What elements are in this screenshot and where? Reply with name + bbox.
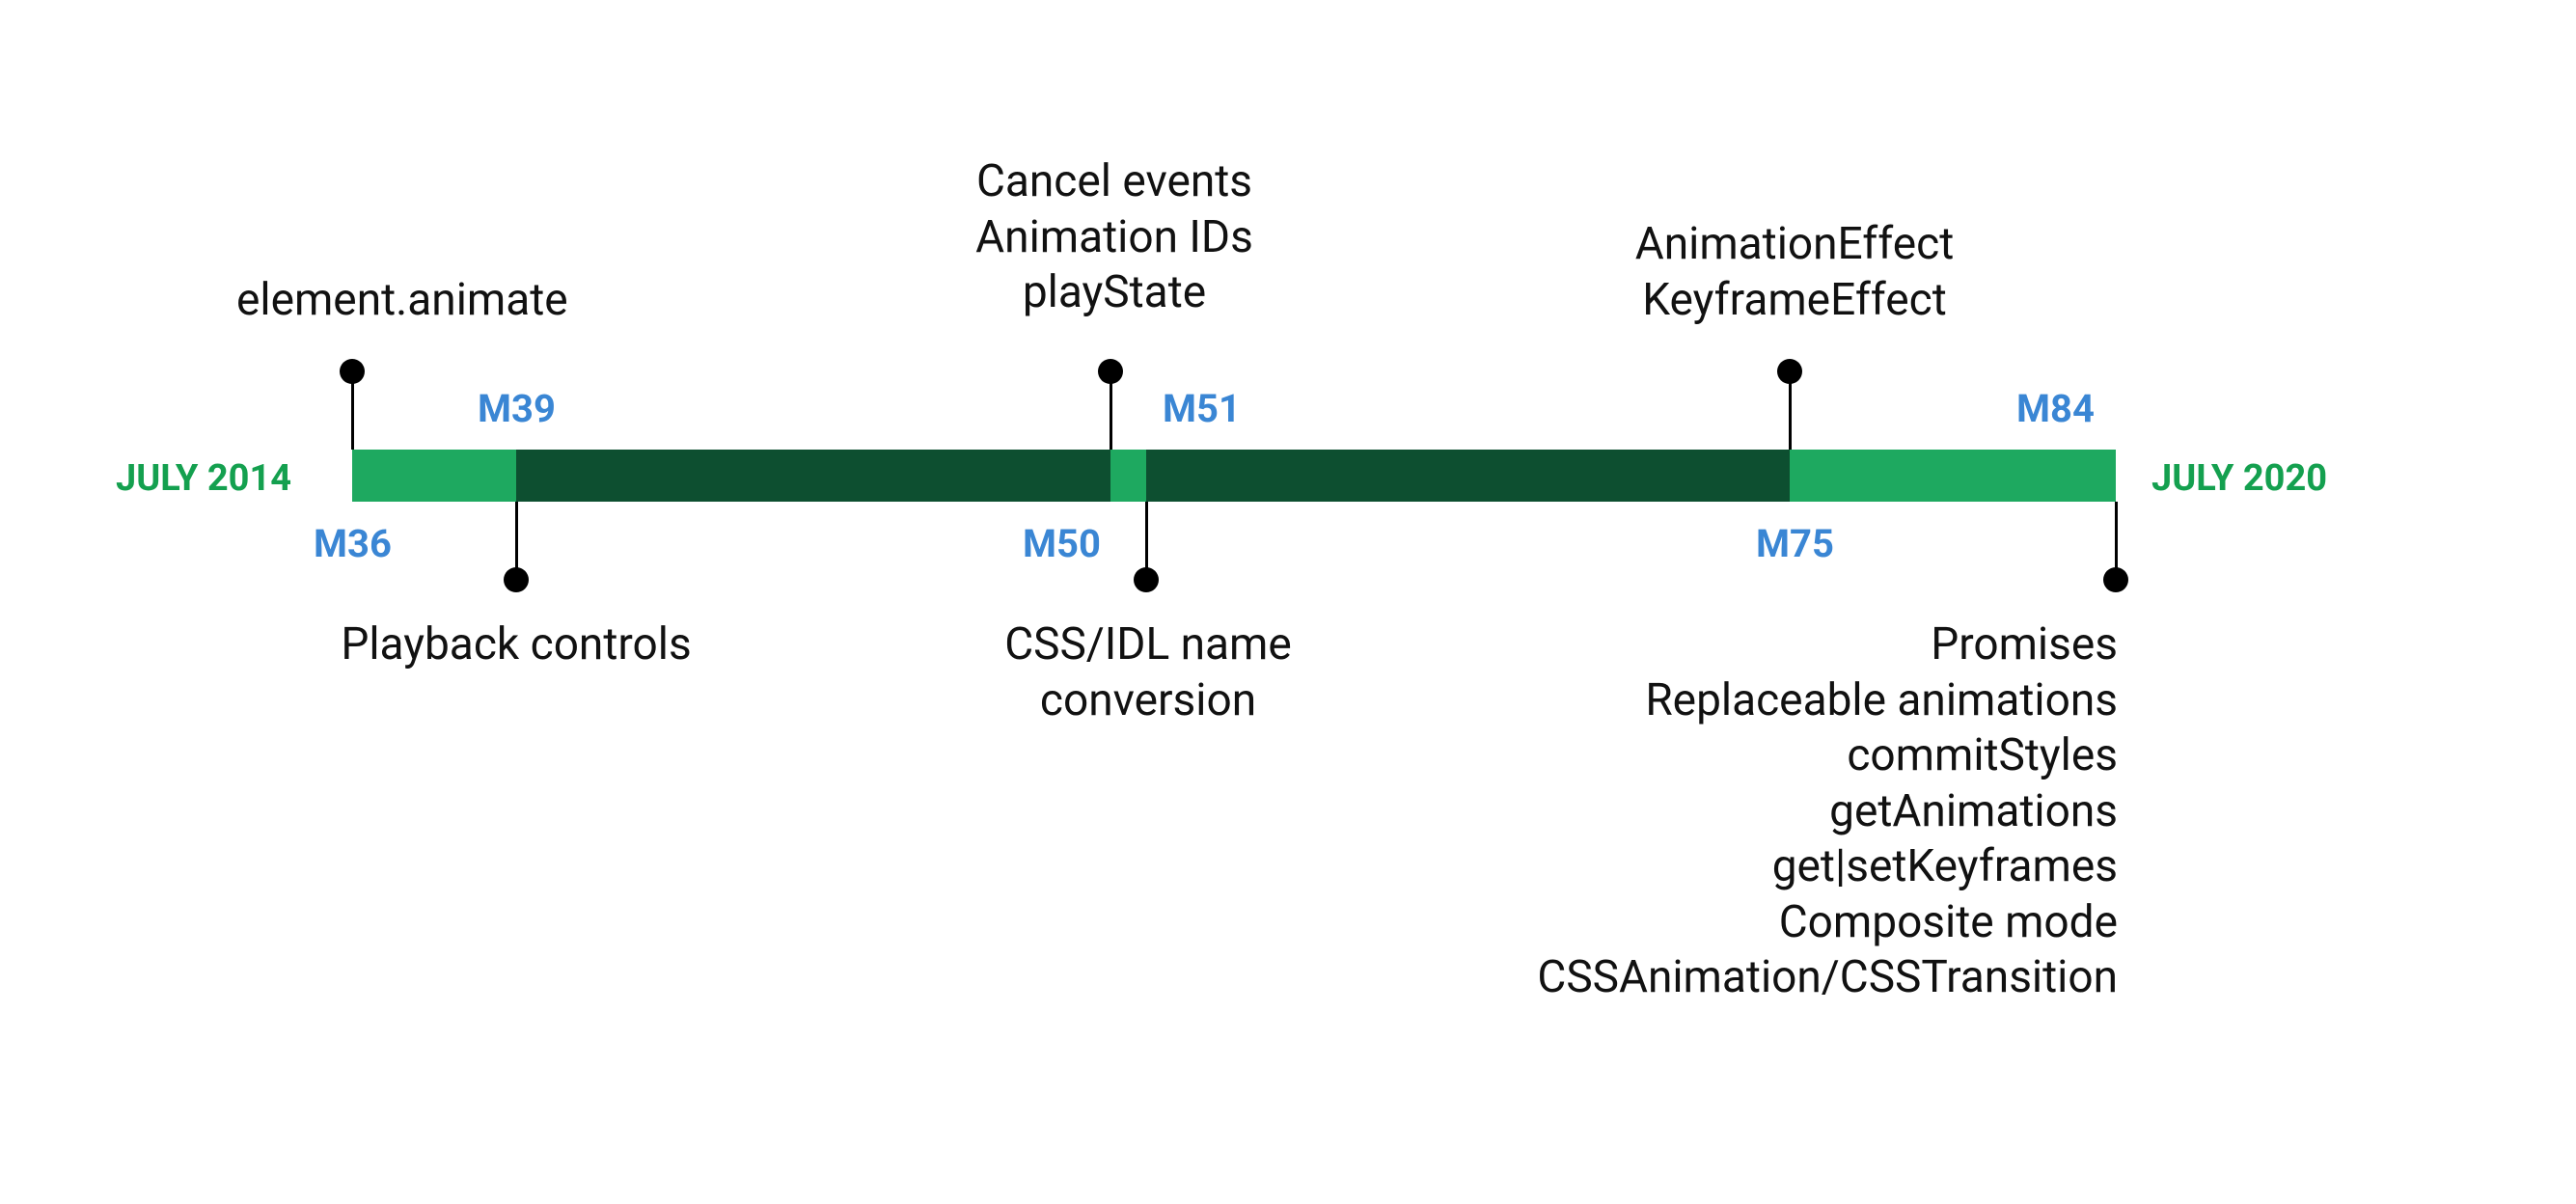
event-text: playState	[907, 265, 1322, 321]
event-m39-label: Playback controls	[260, 617, 772, 673]
event-text: Composite mode	[1510, 895, 2118, 951]
timeline-bar-seg-4	[1146, 450, 1790, 502]
timeline-bar-seg-2	[516, 450, 1110, 502]
event-text: Cancel events	[907, 154, 1322, 210]
event-text: CSS/IDL name	[945, 617, 1351, 673]
event-text: Playback controls	[341, 618, 691, 670]
event-text: AnimationEffect	[1621, 217, 1968, 273]
version-m84: M84	[2016, 386, 2095, 431]
timeline-bar-seg-1	[352, 450, 516, 502]
event-m36-label: element.animate	[236, 273, 568, 329]
version-m50: M50	[1023, 521, 1101, 566]
event-m51-label: Cancel events Animation IDs playState	[907, 154, 1322, 321]
event-m50-label: CSS/IDL name conversion	[945, 617, 1351, 728]
timeline-bar-seg-5	[1790, 450, 2116, 502]
timeline-end-label: JULY 2020	[2151, 457, 2327, 500]
event-text: CSSAnimation/CSSTransition	[1510, 950, 2118, 1006]
event-text: get|setKeyframes	[1510, 839, 2118, 895]
version-m36: M36	[314, 521, 392, 566]
event-text: getAnimations	[1510, 784, 2118, 840]
version-m75: M75	[1756, 521, 1834, 566]
event-text: Promises	[1510, 617, 2118, 673]
dot-m39	[504, 567, 529, 592]
dot-m84	[2103, 567, 2128, 592]
event-text: KeyframeEffect	[1621, 273, 1968, 329]
timeline-bar-seg-3	[1110, 450, 1146, 502]
event-m84-label: Promises Replaceable animations commitSt…	[1510, 617, 2118, 1006]
dot-m36	[340, 359, 365, 384]
version-m39: M39	[478, 386, 556, 431]
event-text: Animation IDs	[907, 210, 1322, 266]
dot-m75	[1777, 359, 1802, 384]
dot-m51	[1098, 359, 1123, 384]
event-text: conversion	[945, 673, 1351, 729]
event-text: commitStyles	[1510, 728, 2118, 784]
event-m75-label: AnimationEffect KeyframeEffect	[1621, 217, 1968, 328]
event-text: element.animate	[236, 274, 568, 326]
version-m51: M51	[1163, 386, 1241, 431]
event-text: Replaceable animations	[1510, 673, 2118, 729]
timeline-start-label: JULY 2014	[116, 457, 291, 500]
dot-m50	[1134, 567, 1159, 592]
